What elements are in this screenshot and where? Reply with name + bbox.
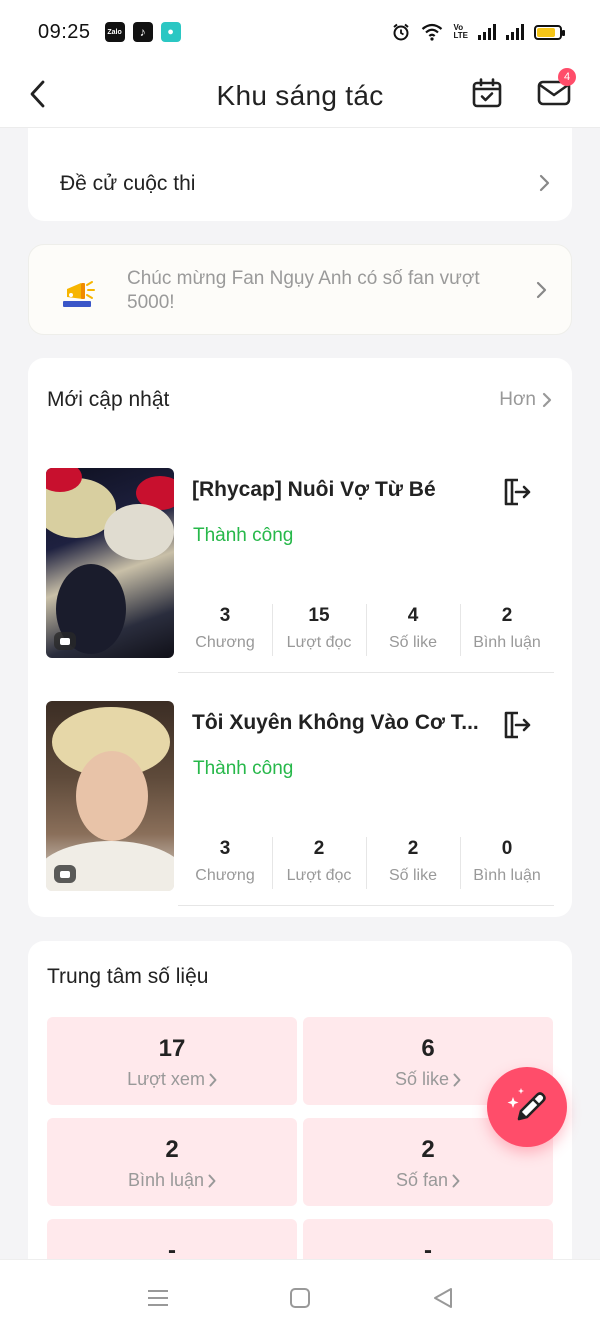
pencil-sparkle-icon <box>507 1088 546 1121</box>
chat-badge-icon <box>54 632 76 650</box>
divider <box>178 905 554 906</box>
nav-recents-button[interactable] <box>144 1284 172 1312</box>
stat-chapters: 3 Chương <box>195 605 255 651</box>
volte-indicator: Vo LTE <box>453 23 468 40</box>
story-title: [Rhycap] Nuôi Vợ Từ Bé <box>192 478 436 501</box>
messages-icon: ● <box>160 22 181 42</box>
back-button[interactable] <box>20 74 56 114</box>
mail-unread-badge: 4 <box>558 68 576 86</box>
status-indicators: Vo LTE <box>391 22 565 42</box>
wifi-icon <box>422 23 443 41</box>
contest-nomination-row[interactable]: Đề cử cuộc thi <box>28 128 572 221</box>
signal-icon-2 <box>506 24 524 40</box>
nav-home-button[interactable] <box>286 1284 314 1312</box>
export-icon <box>504 478 531 506</box>
export-icon <box>504 711 531 739</box>
recent-updates-card: Mới cập nhật Hơn [Rhycap] Nuôi Vợ Từ Bé … <box>28 358 572 917</box>
more-link-label: Hơn <box>499 389 536 410</box>
write-fab-button[interactable] <box>487 1067 567 1147</box>
chat-badge-icon <box>54 865 76 883</box>
stat-comments: 0 Bình luận <box>460 835 554 891</box>
status-time: 09:25 <box>38 20 91 43</box>
views-tile[interactable]: 17 Lượt xem <box>47 1017 297 1105</box>
mail-button[interactable]: 4 <box>534 68 576 112</box>
tiktok-icon: ♪ <box>132 22 153 42</box>
story-status: Thành công <box>193 758 294 779</box>
story-title: Tôi Xuyên Không Vào Cơ T... <box>192 711 479 734</box>
chevron-right-icon <box>208 1174 216 1187</box>
stat-likes: 2 Số like <box>366 835 460 891</box>
zalo-icon: Zalo <box>104 22 125 42</box>
recent-updates-title: Mới cập nhật <box>47 388 170 411</box>
battery-icon <box>534 24 565 40</box>
chevron-right-icon <box>453 1073 461 1086</box>
page-title: Khu sáng tác <box>216 79 384 111</box>
chevron-right-icon <box>536 281 547 299</box>
nav-back-button[interactable] <box>429 1284 457 1312</box>
story-cover-image <box>46 468 174 658</box>
story-stats: 3 Chương 15 Lượt đọc 4 Số like 2 Bình lu… <box>178 602 554 658</box>
data-center-title: Trung tâm số liệu <box>47 965 209 988</box>
story-stats: 3 Chương 2 Lượt đọc 2 Số like 0 Bình luậ… <box>178 835 554 891</box>
contest-nomination-label: Đề cử cuộc thi <box>60 172 196 195</box>
story-item[interactable]: [Rhycap] Nuôi Vợ Từ Bé Thành công 3 Chươ… <box>28 468 572 674</box>
status-bar: 09:25 Zalo ♪ ● Vo LTE <box>0 0 600 64</box>
story-status: Thành công <box>193 525 294 546</box>
export-button[interactable] <box>498 474 534 510</box>
stat-reads: 2 Lượt đọc <box>272 835 366 891</box>
stat-chapters: 3 Chương <box>195 838 255 884</box>
stat-likes: 4 Số like <box>366 602 460 658</box>
more-link[interactable]: Hơn <box>499 389 552 411</box>
story-cover-image <box>46 701 174 891</box>
chevron-left-icon <box>30 80 45 108</box>
status-app-icons: Zalo ♪ ● <box>104 22 181 42</box>
calendar-button[interactable] <box>468 74 506 112</box>
chevron-right-icon <box>539 174 550 192</box>
triangle-back-icon <box>434 1288 452 1308</box>
chevron-right-icon <box>209 1073 217 1086</box>
announcement-banner[interactable]: Chúc mừng Fan Ngụy Anh có số fan vượt 50… <box>28 244 572 335</box>
signal-icon <box>478 24 496 40</box>
calendar-check-icon <box>472 78 502 108</box>
export-button[interactable] <box>498 707 534 743</box>
alarm-icon <box>393 23 410 41</box>
system-nav-bar <box>0 1259 600 1333</box>
stat-reads: 15 Lượt đọc <box>272 602 366 658</box>
stat-comments: 2 Bình luận <box>460 602 554 658</box>
announcement-text: Chúc mừng Fan Ngụy Anh có số fan vượt 50… <box>127 268 480 313</box>
app-header: Khu sáng tác 4 <box>0 64 600 128</box>
menu-icon <box>148 1290 168 1306</box>
story-item[interactable]: Tôi Xuyên Không Vào Cơ T... Thành công 3… <box>28 701 572 907</box>
divider <box>178 672 554 673</box>
megaphone-icon <box>63 281 95 307</box>
comments-tile[interactable]: 2 Bình luận <box>47 1118 297 1206</box>
chevron-right-icon <box>542 392 552 408</box>
chevron-right-icon <box>452 1174 460 1187</box>
square-icon <box>290 1288 310 1308</box>
